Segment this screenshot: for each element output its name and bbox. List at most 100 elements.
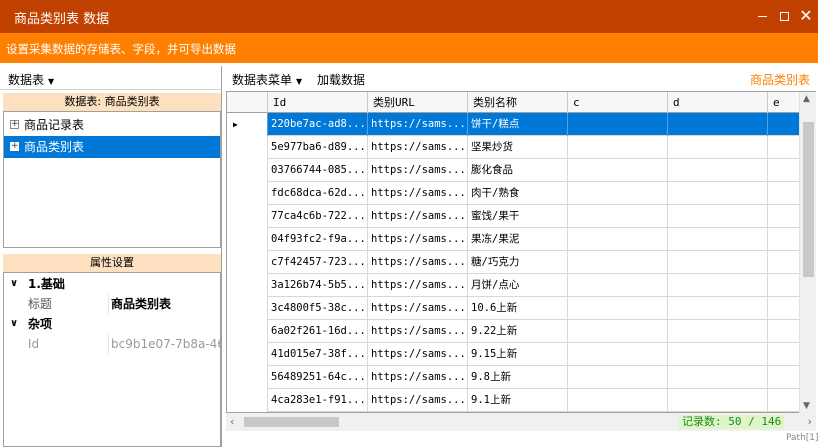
- table-menu-dropdown[interactable]: 数据表菜单 ▼: [232, 71, 302, 88]
- table-cell[interactable]: 果冻/果泥: [468, 228, 568, 251]
- table-cell[interactable]: 3a126b74-5b5...: [268, 274, 368, 297]
- table-cell[interactable]: [568, 136, 668, 159]
- row-header[interactable]: [227, 389, 268, 412]
- column-header[interactable]: Id: [268, 92, 368, 113]
- expand-icon[interactable]: +: [10, 142, 19, 151]
- scroll-left-icon[interactable]: ‹: [230, 415, 234, 428]
- table-dropdown-menu[interactable]: 数据表 ▼: [8, 71, 54, 88]
- grid-vertical-scrollbar[interactable]: ▲ ▼: [799, 92, 816, 413]
- minimize-button[interactable]: [751, 5, 773, 27]
- table-cell[interactable]: https://sams...: [368, 343, 468, 366]
- table-cell[interactable]: [568, 366, 668, 389]
- table-row[interactable]: fdc68dca-62d... https://sams... 肉干/熟食: [227, 182, 815, 205]
- table-cell[interactable]: https://sams...: [368, 136, 468, 159]
- table-cell[interactable]: https://sams...: [368, 297, 468, 320]
- table-row[interactable]: 6a02f261-16d... https://sams... 9.22上新: [227, 320, 815, 343]
- table-cell[interactable]: 5e977ba6-d89...: [268, 136, 368, 159]
- property-category-misc[interactable]: ∨ 杂项: [4, 314, 220, 334]
- table-cell[interactable]: [668, 136, 768, 159]
- row-header[interactable]: [227, 205, 268, 228]
- row-header[interactable]: [227, 274, 268, 297]
- table-cell[interactable]: [568, 205, 668, 228]
- table-cell[interactable]: [668, 251, 768, 274]
- table-cell[interactable]: [668, 343, 768, 366]
- property-value[interactable]: bc9b1e07-7b8a-467a: [108, 334, 220, 354]
- table-cell[interactable]: [668, 159, 768, 182]
- table-cell[interactable]: 肉干/熟食: [468, 182, 568, 205]
- tree-item-product-categories[interactable]: + 商品类别表: [4, 136, 220, 158]
- table-cell[interactable]: [668, 228, 768, 251]
- chevron-down-icon[interactable]: ∨: [10, 274, 18, 294]
- expand-icon[interactable]: +: [10, 120, 19, 129]
- row-header[interactable]: [227, 136, 268, 159]
- table-cell[interactable]: [568, 389, 668, 412]
- table-cell[interactable]: [668, 366, 768, 389]
- table-cell[interactable]: https://sams...: [368, 228, 468, 251]
- table-cell[interactable]: [568, 228, 668, 251]
- row-header[interactable]: [227, 182, 268, 205]
- row-header[interactable]: ▶: [227, 113, 268, 136]
- table-cell[interactable]: https://sams...: [368, 366, 468, 389]
- table-row[interactable]: c7f42457-723... https://sams... 糖/巧克力: [227, 251, 815, 274]
- table-cell[interactable]: 56489251-64c...: [268, 366, 368, 389]
- table-cell[interactable]: [568, 113, 668, 136]
- table-cell[interactable]: 蜜饯/果干: [468, 205, 568, 228]
- table-cell[interactable]: [568, 297, 668, 320]
- scroll-right-icon[interactable]: ›: [808, 415, 812, 428]
- table-cell[interactable]: https://sams...: [368, 389, 468, 412]
- table-cell[interactable]: 3c4800f5-38c...: [268, 297, 368, 320]
- table-row[interactable]: 03766744-085... https://sams... 膨化食品: [227, 159, 815, 182]
- table-cell[interactable]: 10.6上新: [468, 297, 568, 320]
- table-row[interactable]: 5e977ba6-d89... https://sams... 坚果炒货: [227, 136, 815, 159]
- table-cell[interactable]: 饼干/糕点: [468, 113, 568, 136]
- grid-horizontal-scrollbar[interactable]: ‹ 记录数: 50 / 146 ›: [226, 413, 816, 431]
- table-cell[interactable]: [668, 389, 768, 412]
- table-cell[interactable]: 04f93fc2-f9a...: [268, 228, 368, 251]
- table-cell[interactable]: [568, 320, 668, 343]
- table-cell[interactable]: 6a02f261-16d...: [268, 320, 368, 343]
- property-row-id[interactable]: Id bc9b1e07-7b8a-467a: [4, 334, 220, 354]
- table-cell[interactable]: https://sams...: [368, 182, 468, 205]
- table-cell[interactable]: [568, 274, 668, 297]
- load-data-button[interactable]: 加载数据: [317, 71, 365, 88]
- table-cell[interactable]: 220be7ac-ad8...: [268, 113, 368, 136]
- property-category-basic[interactable]: ∨ 1.基础: [4, 274, 220, 294]
- table-cell[interactable]: https://sams...: [368, 159, 468, 182]
- table-cell[interactable]: 9.8上新: [468, 366, 568, 389]
- scrollbar-thumb[interactable]: [244, 417, 339, 427]
- table-cell[interactable]: 4ca283e1-f91...: [268, 389, 368, 412]
- table-cell[interactable]: [668, 274, 768, 297]
- table-cell[interactable]: 9.22上新: [468, 320, 568, 343]
- close-button[interactable]: ✕: [795, 5, 817, 27]
- property-value[interactable]: 商品类别表: [108, 294, 220, 314]
- row-header[interactable]: [227, 320, 268, 343]
- table-cell[interactable]: [568, 251, 668, 274]
- table-cell[interactable]: 糖/巧克力: [468, 251, 568, 274]
- scroll-up-icon[interactable]: ▲: [803, 94, 810, 104]
- table-cell[interactable]: c7f42457-723...: [268, 251, 368, 274]
- table-row[interactable]: 4ca283e1-f91... https://sams... 9.1上新: [227, 389, 815, 412]
- table-cell[interactable]: https://sams...: [368, 274, 468, 297]
- table-cell[interactable]: 膨化食品: [468, 159, 568, 182]
- table-cell[interactable]: 77ca4c6b-722...: [268, 205, 368, 228]
- table-row[interactable]: 77ca4c6b-722... https://sams... 蜜饯/果干: [227, 205, 815, 228]
- table-cell[interactable]: [668, 297, 768, 320]
- table-cell[interactable]: 9.1上新: [468, 389, 568, 412]
- column-header[interactable]: c: [568, 92, 668, 113]
- table-row[interactable]: 41d015e7-38f... https://sams... 9.15上新: [227, 343, 815, 366]
- table-cell[interactable]: fdc68dca-62d...: [268, 182, 368, 205]
- column-header[interactable]: 类别URL: [368, 92, 468, 113]
- row-header[interactable]: [227, 366, 268, 389]
- column-header[interactable]: d: [668, 92, 768, 113]
- table-cell[interactable]: [668, 320, 768, 343]
- row-header[interactable]: [227, 159, 268, 182]
- table-cell[interactable]: [568, 182, 668, 205]
- panel-splitter[interactable]: [221, 66, 222, 447]
- tree-item-product-records[interactable]: + 商品记录表: [4, 114, 220, 136]
- table-cell[interactable]: https://sams...: [368, 205, 468, 228]
- table-cell[interactable]: https://sams...: [368, 320, 468, 343]
- column-header[interactable]: 类别名称: [468, 92, 568, 113]
- table-cell[interactable]: [568, 159, 668, 182]
- table-row[interactable]: 56489251-64c... https://sams... 9.8上新: [227, 366, 815, 389]
- table-cell[interactable]: [668, 182, 768, 205]
